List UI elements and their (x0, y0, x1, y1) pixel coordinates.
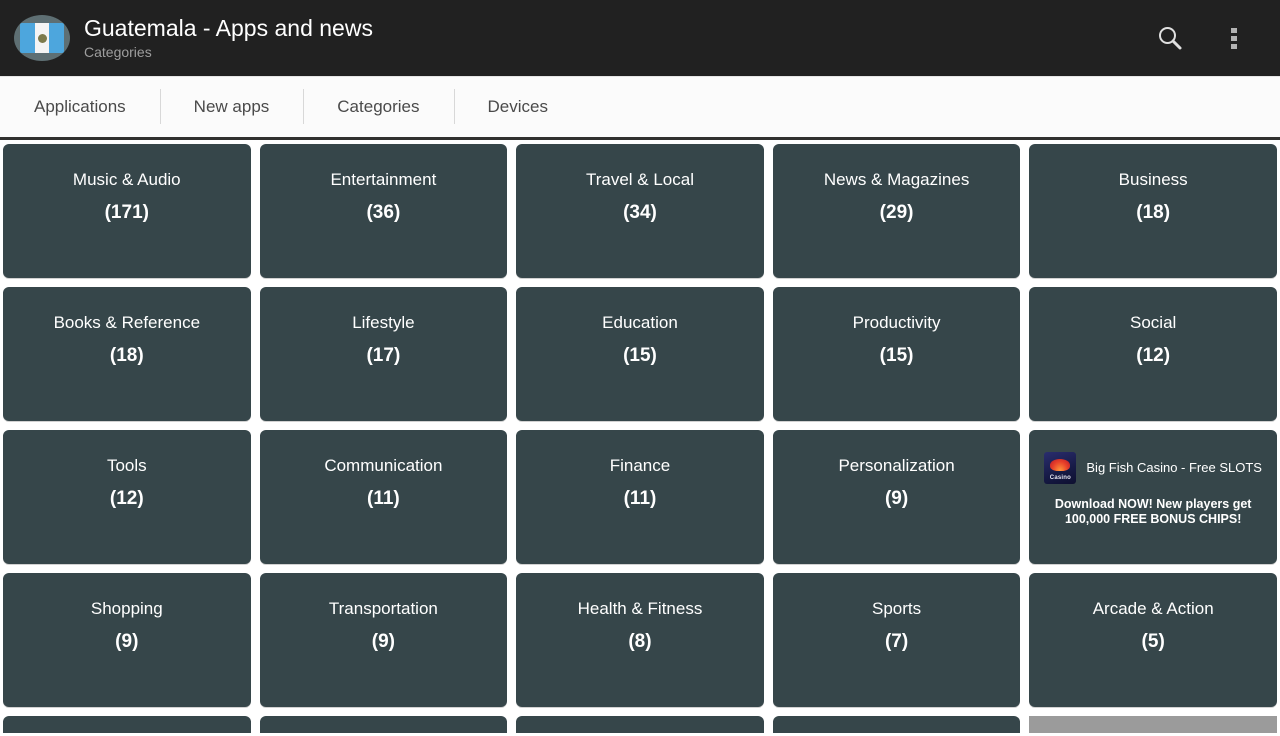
category-title: Books & Reference (53, 313, 201, 332)
grid-row: Tools (12) Communication (11) Finance (1… (3, 430, 1277, 564)
category-count: (18) (1136, 202, 1171, 223)
category-tile[interactable]: Travel & Local (34) (516, 144, 764, 278)
tab-devices[interactable]: Devices (453, 76, 582, 137)
category-title: Lifestyle (352, 313, 415, 332)
category-count: (12) (1136, 345, 1171, 366)
category-tile[interactable] (259, 716, 508, 733)
category-tile[interactable]: Finance (11) (516, 430, 764, 564)
category-title: Personalization (838, 456, 955, 475)
category-tile[interactable]: News & Magazines (29) (772, 144, 1021, 278)
category-title: Transportation (328, 599, 438, 618)
category-title: Finance (609, 456, 671, 475)
category-count: (36) (366, 202, 401, 223)
category-count: (5) (1141, 631, 1165, 652)
tab-label: New apps (193, 96, 270, 116)
category-title: Arcade & Action (1092, 599, 1214, 618)
flag-band-left (20, 23, 35, 53)
tab-bar: Applications New apps Categories Devices (0, 76, 1280, 140)
category-title: Communication (324, 456, 443, 475)
category-title: Education (602, 313, 678, 332)
category-count: (15) (623, 345, 657, 366)
category-count: (15) (879, 345, 914, 366)
grid-row: Music & Audio (171) Entertainment (36) T… (3, 144, 1277, 278)
tab-new-apps[interactable]: New apps (159, 76, 304, 137)
category-title: Travel & Local (585, 170, 694, 189)
category-count: (34) (623, 202, 657, 223)
tab-applications[interactable]: Applications (0, 76, 160, 137)
flag-band-right (49, 23, 64, 53)
ad-title: Big Fish Casino - Free SLOTS (1086, 460, 1262, 475)
guatemala-flag-icon[interactable] (14, 13, 70, 63)
page-title: Guatemala - Apps and news (84, 15, 373, 41)
page-subtitle: Categories (84, 44, 152, 60)
category-tile[interactable]: Books & Reference (18) (3, 287, 251, 421)
category-tile[interactable]: Arcade & Action (5) (1029, 573, 1277, 707)
category-tile[interactable]: Lifestyle (17) (259, 287, 508, 421)
category-tile[interactable]: Education (15) (516, 287, 764, 421)
category-count: (11) (367, 488, 400, 509)
grid-row: Shopping (9) Transportation (9) Health &… (3, 573, 1277, 707)
flag-graphic (20, 23, 64, 53)
category-tile[interactable]: Tools (12) (3, 430, 251, 564)
category-count: (8) (628, 631, 652, 652)
category-title: Music & Audio (72, 170, 181, 189)
grid-row (3, 716, 1277, 733)
category-tile[interactable]: Communication (11) (259, 430, 508, 564)
category-tile[interactable]: Transportation (9) (259, 573, 508, 707)
category-count: (17) (366, 345, 401, 366)
category-title: Sports (872, 599, 922, 618)
category-count: (7) (884, 631, 909, 652)
tab-label: Categories (337, 96, 420, 116)
category-title: Shopping (90, 599, 163, 618)
tab-label: Applications (34, 96, 126, 116)
grid-row: Books & Reference (18) Lifestyle (17) Ed… (3, 287, 1277, 421)
app-icon-oval (14, 15, 70, 61)
category-count: (9) (371, 631, 395, 652)
overflow-menu-button[interactable] (1202, 0, 1266, 76)
category-count: (9) (884, 488, 909, 509)
ad-header: Casino Big Fish Casino - Free SLOTS (1029, 452, 1277, 484)
category-title: Health & Fitness (577, 599, 703, 618)
big-fish-casino-icon: Casino (1044, 452, 1077, 484)
category-tile[interactable]: Shopping (9) (3, 573, 251, 707)
category-count: (29) (879, 202, 914, 223)
category-tile[interactable] (516, 716, 764, 733)
search-button[interactable] (1138, 0, 1202, 76)
category-tile[interactable]: Personalization (9) (772, 430, 1021, 564)
category-title: Social (1130, 313, 1177, 332)
flag-emblem (37, 33, 47, 43)
ad-body: Download NOW! New players get 100,000 FR… (1054, 497, 1252, 526)
category-title: News & Magazines (823, 170, 970, 189)
category-tile[interactable]: Sports (7) (772, 573, 1021, 707)
category-tile[interactable]: Music & Audio (171) (3, 144, 251, 278)
category-tile[interactable]: Social (12) (1029, 287, 1277, 421)
search-icon[interactable] (1155, 23, 1185, 53)
category-tile[interactable]: Business (18) (1029, 144, 1277, 278)
overflow-menu-icon[interactable] (1230, 23, 1238, 53)
category-tile[interactable] (772, 716, 1021, 733)
category-title: Tools (106, 456, 147, 475)
category-tile[interactable]: Entertainment (36) (259, 144, 508, 278)
advertisement-tile[interactable]: Casino Big Fish Casino - Free SLOTS Down… (1029, 430, 1277, 564)
category-count: (18) (109, 345, 144, 366)
tab-categories[interactable]: Categories (303, 76, 453, 137)
ad-icon-word: Casino (1049, 475, 1071, 481)
title-block: Guatemala - Apps and news Categories (84, 15, 1138, 61)
category-count: (12) (109, 488, 144, 509)
category-title: Entertainment (330, 170, 437, 189)
category-tile[interactable]: Productivity (15) (772, 287, 1021, 421)
ad-icon-graphic (1050, 459, 1071, 471)
advertisement-placeholder[interactable] (1029, 716, 1277, 733)
category-tile[interactable] (3, 716, 251, 733)
category-grid: Music & Audio (171) Entertainment (36) T… (0, 140, 1280, 733)
category-tile[interactable]: Health & Fitness (8) (516, 573, 764, 707)
category-count: (9) (115, 631, 139, 652)
category-count: (171) (104, 202, 149, 223)
tab-label: Devices (487, 96, 548, 116)
category-count: (11) (623, 488, 657, 509)
category-title: Business (1118, 170, 1188, 189)
category-title: Productivity (852, 313, 941, 332)
flag-band-center (34, 23, 50, 53)
action-bar: Guatemala - Apps and news Categories (0, 0, 1280, 76)
